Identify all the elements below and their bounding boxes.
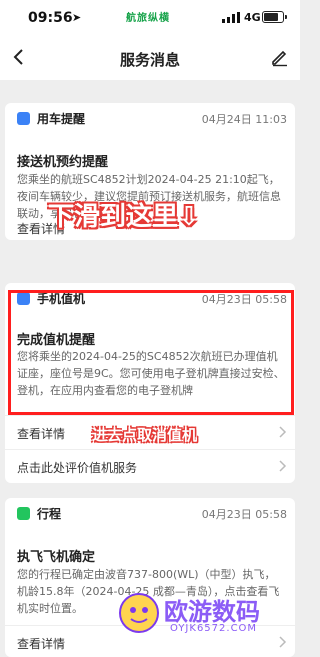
- scroll-hint-annotation: 下滑到这里⇩: [48, 202, 200, 232]
- itinerary-icon: [17, 507, 30, 520]
- car-icon: [17, 112, 30, 125]
- battery-icon: [262, 11, 287, 23]
- mascot-logo-icon: [119, 593, 159, 633]
- card-category: 行程: [37, 507, 62, 521]
- card-header: 行程 04月23日 05:58: [5, 498, 295, 528]
- highlight-box: [8, 290, 294, 415]
- edit-icon[interactable]: [270, 47, 290, 67]
- card-title: 执飞飞机确定: [17, 550, 96, 565]
- card-title: 接送机预约提醒: [17, 155, 109, 170]
- carrier-label: 航旅纵横: [126, 13, 170, 24]
- chevron-right-icon: [279, 426, 287, 438]
- card-header: 用车提醒 04月24日 11:03: [5, 103, 295, 133]
- card-date: 04月24日 11:03: [201, 113, 287, 126]
- card-date: 04月23日 05:58: [201, 508, 287, 521]
- tap-hint-annotation: 进去点取消值机: [92, 426, 198, 444]
- rate-checkin-link[interactable]: 点击此处评价值机服务: [5, 449, 295, 481]
- watermark: 欧游数码 OYJK6572.COM: [118, 578, 293, 650]
- status-time: 09:56: [28, 10, 73, 26]
- status-bar: 09:56 ➤ 航旅纵横 4G: [0, 0, 300, 36]
- watermark-url: OYJK6572.COM: [170, 623, 258, 634]
- chevron-right-icon: [279, 460, 287, 472]
- page-title: 服务消息: [119, 51, 180, 69]
- watermark-name: 欧游数码: [164, 598, 260, 626]
- nav-bar: 服务消息: [0, 36, 300, 80]
- link-label: 点击此处评价值机服务: [17, 461, 138, 475]
- link-label: 查看详情: [17, 427, 66, 441]
- network-label: 4G: [244, 11, 261, 24]
- signal-icon: [222, 12, 240, 23]
- link-label: 查看详情: [17, 637, 66, 651]
- card-category: 用车提醒: [37, 112, 86, 126]
- location-arrow-icon: ➤: [72, 11, 82, 24]
